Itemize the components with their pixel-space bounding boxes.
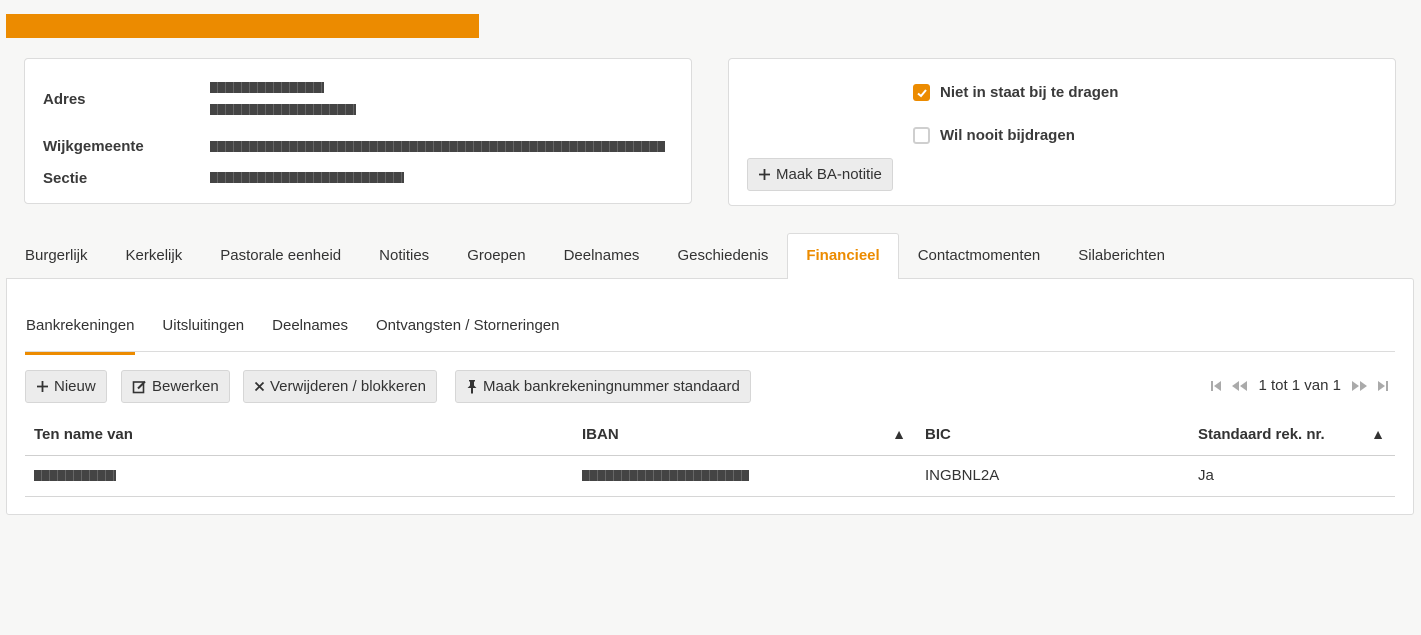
unable-to-contribute-label: Niet in staat bij te dragen [940,84,1119,101]
section-label: Sectie [43,170,88,187]
make-ba-note-label: Maak BA-notitie [776,166,882,183]
plus-icon [36,380,49,393]
next-page-icon[interactable] [1351,380,1369,392]
district-label: Wijkgemeente [43,138,144,155]
column-header-default[interactable]: Standaard rek. nr. ▲ [1189,415,1395,456]
column-header-iban[interactable]: IBAN ▲ [573,415,916,456]
edit-icon [132,379,147,394]
sub-tabs: Bankrekeningen Uitsluitingen Deelnames O… [25,309,586,355]
make-default-button[interactable]: Maak bankrekeningnummer standaard [455,370,751,403]
details-card: Adres Wijkgemeente Sectie [24,58,692,204]
last-page-icon[interactable] [1377,380,1389,392]
main-tabs: Burgerlijk Kerkelijk Pastorale eenheid N… [6,233,1184,279]
name-redacted [34,470,116,481]
tab-deelnames[interactable]: Deelnames [545,233,659,279]
edit-button-label: Bewerken [152,378,219,395]
tab-burgerlijk[interactable]: Burgerlijk [6,233,107,279]
make-default-label: Maak bankrekeningnummer standaard [483,378,740,395]
new-button-label: Nieuw [54,378,96,395]
column-header-bic[interactable]: BIC [916,415,1189,456]
tab-financieel[interactable]: Financieel [787,233,899,279]
never-contribute-label: Wil nooit bijdragen [940,127,1075,144]
cell-default: Ja [1189,455,1395,497]
iban-redacted [582,470,749,481]
first-page-icon[interactable] [1210,380,1222,392]
pager-text: 1 tot 1 van 1 [1258,377,1341,394]
sort-ascending-icon: ▲ [1371,426,1385,442]
district-value-redacted [210,141,665,152]
checkmark-icon [916,88,927,97]
tab-notities[interactable]: Notities [360,233,448,279]
delete-block-button[interactable]: Verwijderen / blokkeren [243,370,437,403]
previous-page-icon[interactable] [1230,380,1248,392]
address-line-2-redacted [210,104,356,115]
page-title-redacted [6,14,479,38]
subtab-divider [25,351,1395,352]
close-icon [254,381,265,392]
tab-silaberichten[interactable]: Silaberichten [1059,233,1184,279]
table-row[interactable]: INGBNL2A Ja [25,455,1395,497]
address-label: Adres [43,91,86,108]
financial-panel: Bankrekeningen Uitsluitingen Deelnames O… [6,278,1414,515]
never-contribute-checkbox[interactable] [913,127,930,144]
tab-geschiedenis[interactable]: Geschiedenis [658,233,787,279]
pager: 1 tot 1 van 1 [1206,377,1393,394]
unable-to-contribute-row[interactable]: Niet in staat bij te dragen [913,84,1118,101]
cell-iban [573,455,916,497]
address-line-1-redacted [210,82,324,93]
plus-icon [758,168,771,181]
column-header-name[interactable]: Ten name van [25,415,573,456]
section-value-redacted [210,172,404,183]
table-header-row: Ten name van IBAN ▲ BIC Standaard rek. nr… [25,415,1395,456]
never-contribute-row[interactable]: Wil nooit bijdragen [913,127,1075,144]
cell-name [25,455,573,497]
delete-block-label: Verwijderen / blokkeren [270,378,426,395]
make-ba-note-button[interactable]: Maak BA-notitie [747,158,893,191]
tab-groepen[interactable]: Groepen [448,233,544,279]
new-button[interactable]: Nieuw [25,370,107,403]
subtab-bankrekeningen[interactable]: Bankrekeningen [25,309,136,355]
bank-accounts-table: Ten name van IBAN ▲ BIC Standaard rek. nr… [25,415,1395,497]
contribution-card: Niet in staat bij te dragen Wil nooit bi… [728,58,1396,206]
sort-ascending-icon: ▲ [892,426,906,442]
tab-kerkelijk[interactable]: Kerkelijk [107,233,202,279]
unable-to-contribute-checkbox[interactable] [913,84,930,101]
tab-contactmomenten[interactable]: Contactmomenten [899,233,1060,279]
pin-icon [466,379,478,394]
edit-button[interactable]: Bewerken [121,370,230,403]
subtab-ontvangsten-storneringen[interactable]: Ontvangsten / Storneringen [375,309,560,355]
tab-pastorale-eenheid[interactable]: Pastorale eenheid [201,233,360,279]
subtab-uitsluitingen[interactable]: Uitsluitingen [161,309,245,355]
subtab-deelnames[interactable]: Deelnames [271,309,349,355]
cell-bic: INGBNL2A [916,455,1189,497]
